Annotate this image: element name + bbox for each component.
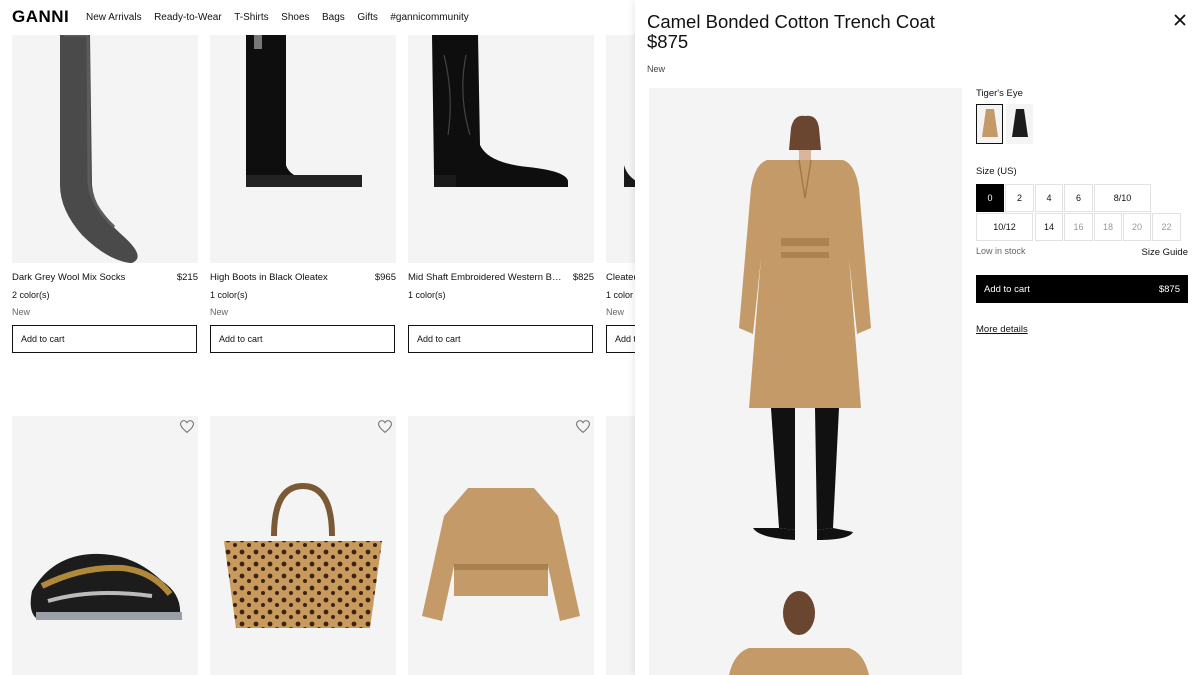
add-to-cart-button[interactable]: Add to cart	[12, 325, 197, 353]
color-label: Tiger's Eye	[976, 88, 1023, 99]
product-name[interactable]: High Boots in Black Oleatex	[210, 272, 368, 283]
size-guide-link[interactable]: Size Guide	[1142, 247, 1188, 258]
product-image-sneaker[interactable]	[12, 416, 198, 675]
nav-gifts[interactable]: Gifts	[357, 12, 378, 23]
new-badge: New	[606, 307, 625, 317]
product-price: $875	[647, 31, 689, 52]
model-image-front	[739, 115, 871, 540]
product-color-count: 2 color(s)	[12, 290, 50, 300]
nav-shoes[interactable]: Shoes	[281, 12, 309, 23]
new-badge: New	[210, 307, 229, 317]
nav-t-shirts[interactable]: T-Shirts	[234, 12, 268, 23]
ganni-logo[interactable]: GANNI	[12, 7, 69, 27]
size-option-22[interactable]: 22	[1152, 213, 1181, 241]
add-to-cart-button[interactable]: Add to cart	[210, 325, 395, 353]
add-to-cart-button[interactable]: Add t	[606, 325, 635, 353]
product-color-count: 1 color(s)	[408, 290, 446, 300]
main-nav: New Arrivals Ready-to-Wear T-Shirts Shoe…	[86, 12, 481, 23]
nav-new-arrivals[interactable]: New Arrivals	[86, 12, 142, 23]
color-swatches	[976, 104, 1033, 144]
add-to-cart-label: Add to cart	[984, 283, 1030, 295]
model-image-back	[729, 591, 869, 675]
product-image-partial[interactable]	[606, 416, 635, 675]
size-option-8-10[interactable]: 8/10	[1094, 184, 1151, 212]
size-option-6[interactable]: 6	[1064, 184, 1093, 212]
product-gallery[interactable]	[649, 88, 962, 675]
new-badge: New	[12, 307, 31, 317]
product-image-leopard-tote[interactable]	[210, 416, 396, 675]
swatch-black[interactable]	[1006, 104, 1033, 144]
product-title: Camel Bonded Cotton Trench Coat	[647, 11, 935, 32]
swatch-camel[interactable]	[976, 104, 1003, 144]
product-image-high-boots[interactable]	[210, 35, 396, 263]
size-option-14[interactable]: 14	[1035, 213, 1063, 241]
size-option-20[interactable]: 20	[1123, 213, 1151, 241]
product-price: $825	[572, 272, 594, 283]
size-option-4[interactable]: 4	[1035, 184, 1063, 212]
nav-gannicommunity[interactable]: #gannicommunity	[390, 12, 468, 23]
product-image-western-boots[interactable]	[408, 35, 594, 263]
product-price: $965	[374, 272, 396, 283]
product-name[interactable]: Dark Grey Wool Mix Socks	[12, 272, 170, 283]
product-card	[606, 416, 635, 675]
heart-icon[interactable]	[576, 420, 590, 433]
product-quick-view-drawer: Camel Bonded Cotton Trench Coat $875 New	[635, 0, 1200, 675]
product-color-count: 1 color(s)	[210, 290, 248, 300]
more-details-link[interactable]: More details	[976, 324, 1028, 335]
nav-ready-to-wear[interactable]: Ready-to-Wear	[154, 12, 222, 23]
add-to-cart-button[interactable]: Add to cart	[408, 325, 593, 353]
product-name[interactable]: Mid Shaft Embroidered Western Boots	[408, 272, 566, 283]
size-option-16[interactable]: 16	[1064, 213, 1093, 241]
product-color-count: 1 color	[606, 290, 634, 300]
add-to-cart-button[interactable]: Add to cart $875	[976, 275, 1188, 303]
size-option-10-12[interactable]: 10/12	[976, 213, 1033, 241]
product-image-cleated[interactable]	[606, 35, 635, 263]
product-card: Cleated 1 color New Add t	[606, 35, 635, 355]
heart-icon[interactable]	[378, 420, 392, 433]
size-label: Size (US)	[976, 166, 1017, 177]
stock-status: Low in stock	[976, 246, 1026, 256]
close-icon[interactable]	[1174, 14, 1186, 26]
product-image-socks[interactable]	[12, 35, 198, 263]
product-image-cropped-trench[interactable]	[408, 416, 594, 675]
new-badge: New	[647, 64, 666, 74]
product-name[interactable]: Cleated	[606, 272, 635, 283]
add-to-cart-price: $875	[1158, 283, 1180, 295]
size-option-18[interactable]: 18	[1094, 213, 1122, 241]
size-option-0[interactable]: 0	[976, 184, 1004, 212]
nav-bags[interactable]: Bags	[322, 12, 345, 23]
size-option-2[interactable]: 2	[1005, 184, 1034, 212]
product-price: $215	[176, 272, 198, 283]
heart-icon[interactable]	[180, 420, 194, 433]
